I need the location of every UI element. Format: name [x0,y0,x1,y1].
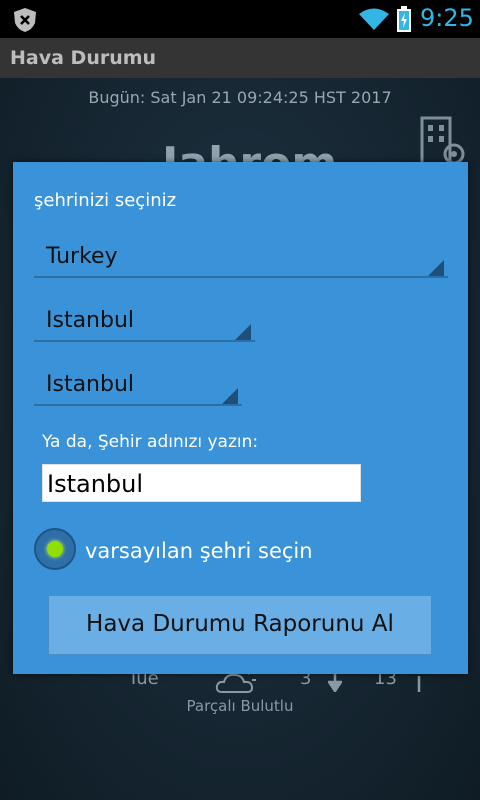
arrow-up-icon [417,676,421,692]
district-spinner[interactable]: Istanbul [34,358,242,406]
country-value: Turkey [46,244,118,269]
city-name-input[interactable]: Istanbul [42,464,361,502]
dropdown-arrow-icon [235,324,251,340]
battery-charging-icon [397,6,411,32]
dropdown-arrow-icon [222,388,238,404]
action-bar: Hava Durumu [0,38,480,78]
city-location-icon[interactable] [418,116,466,168]
province-spinner[interactable]: Istanbul [34,294,255,342]
arrow-down-icon [328,672,342,692]
city-select-dialog: şehrinizi seçiniz Turkey Istanbul Istanb… [13,162,468,674]
radio-selected-indicator [47,541,63,557]
default-city-label[interactable]: varsayılan şehri seçin [85,539,313,563]
spinner-underline [34,340,255,342]
or-type-city-label: Ya da, Şehir adınızı yazın: [42,432,259,452]
dialog-prompt: şehrinizi seçiniz [34,190,177,211]
wifi-icon [359,8,389,30]
app-title: Hava Durumu [10,47,157,69]
status-time: 9:25 [420,4,474,32]
status-bar: 9:25 [0,0,480,38]
spinner-underline [34,276,448,278]
dropdown-arrow-icon [428,260,444,276]
forecast-description: Parçalı Bulutlu [186,697,294,715]
today-date: Bugün: Sat Jan 21 09:24:25 HST 2017 [88,88,392,107]
default-city-radio[interactable] [34,528,76,570]
district-value: Istanbul [46,372,135,397]
get-weather-report-label: Hava Durumu Raporunu Al [86,611,394,637]
province-value: Istanbul [46,308,135,333]
country-spinner[interactable]: Turkey [34,230,448,278]
shield-notification-icon [14,8,36,32]
get-weather-report-button[interactable]: Hava Durumu Raporunu Al [48,595,432,655]
spinner-underline [34,404,242,406]
